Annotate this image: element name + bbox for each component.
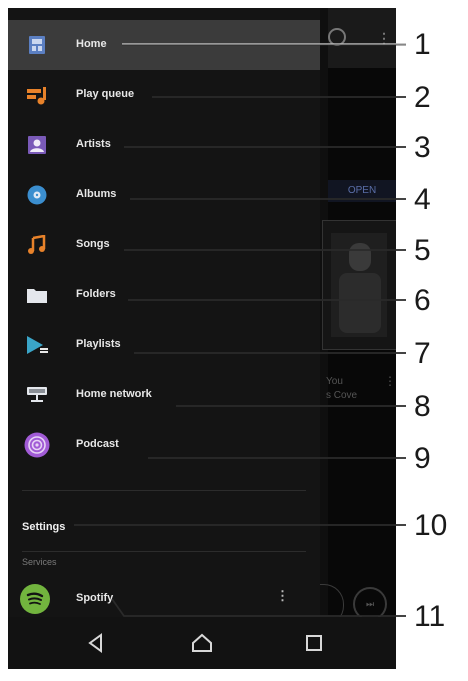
spotify-waves	[26, 592, 44, 605]
spotify-icon[interactable]	[20, 584, 50, 614]
search-icon	[328, 28, 346, 46]
drawer-item-label: Podcast	[76, 438, 119, 450]
callout-number: 9	[414, 442, 431, 475]
album-art-image	[331, 233, 387, 337]
callout-number: 5	[414, 234, 431, 267]
drawer-item-label: Playlists	[76, 338, 121, 350]
drawer-item-play-queue[interactable]: Play queue	[8, 70, 320, 120]
callout-number: 11	[414, 600, 446, 633]
play-queue-icon	[27, 87, 46, 105]
phone-screen: ⋮ OPEN You s Cove ⋮ ⏭ Home Play queue Ar…	[8, 8, 396, 669]
settings-item[interactable]: Settings	[22, 521, 65, 533]
callout-number: 3	[414, 131, 431, 164]
drawer-item-label: Songs	[76, 238, 110, 250]
drawer-item-label: Home network	[76, 388, 152, 400]
drawer-item-artists[interactable]: Artists	[8, 120, 320, 170]
home-button-icon[interactable]	[190, 631, 214, 655]
callout-number: 7	[414, 337, 431, 370]
albums-icon	[27, 185, 47, 205]
services-header: Services	[22, 557, 57, 567]
album-art-figure-body	[339, 273, 381, 333]
next-track-icon: ⏭	[353, 587, 387, 621]
songs-icon	[28, 235, 46, 254]
folders-icon	[27, 289, 47, 303]
drawer-item-home[interactable]: Home	[8, 20, 320, 70]
drawer-item-label: Albums	[76, 188, 117, 200]
drawer-item-label: Play queue	[76, 88, 135, 100]
drawer-item-home-network[interactable]: Home network	[8, 370, 320, 420]
recent-apps-icon[interactable]	[302, 631, 326, 655]
callout-number: 8	[414, 390, 431, 423]
track-title: You	[326, 376, 343, 387]
track-menu-icon: ⋮	[384, 374, 396, 388]
playlists-icon	[27, 336, 48, 354]
podcast-icon	[24, 432, 50, 458]
drawer-item-podcast[interactable]: Podcast	[8, 420, 320, 470]
drawer-item-folders[interactable]: Folders	[8, 270, 320, 320]
home-icon	[29, 36, 45, 54]
drawer-item-playlists[interactable]: Playlists	[8, 320, 320, 370]
album-art	[322, 220, 396, 350]
track-subtitle: s Cove	[326, 390, 358, 401]
drawer-divider	[22, 551, 306, 552]
drawer-item-albums[interactable]: Albums	[8, 170, 320, 220]
callout-number: 6	[414, 284, 431, 317]
callout-number: 1	[414, 28, 431, 61]
system-navigation-bar	[8, 617, 396, 669]
artists-icon	[28, 136, 46, 154]
spotify-item[interactable]: Spotify	[76, 592, 113, 604]
drawer-divider	[22, 490, 306, 491]
drawer-item-label: Home	[76, 38, 107, 50]
back-icon[interactable]	[84, 631, 108, 655]
drawer-item-label: Folders	[76, 288, 116, 300]
more-options-icon: ⋮	[377, 30, 391, 46]
home-network-icon	[27, 387, 47, 402]
album-art-figure-head	[349, 243, 371, 271]
drawer-item-songs[interactable]: Songs	[8, 220, 320, 270]
drawer-item-label: Artists	[76, 138, 111, 150]
callout-number: 4	[414, 183, 431, 216]
navigation-drawer: Home Play queue Artists Albums Songs Fol…	[8, 8, 320, 669]
spotify-menu-icon[interactable]: ⋮	[276, 588, 289, 604]
background-open-button: OPEN	[328, 180, 396, 202]
callout-number: 2	[414, 81, 431, 114]
callout-number: 10	[414, 509, 448, 542]
